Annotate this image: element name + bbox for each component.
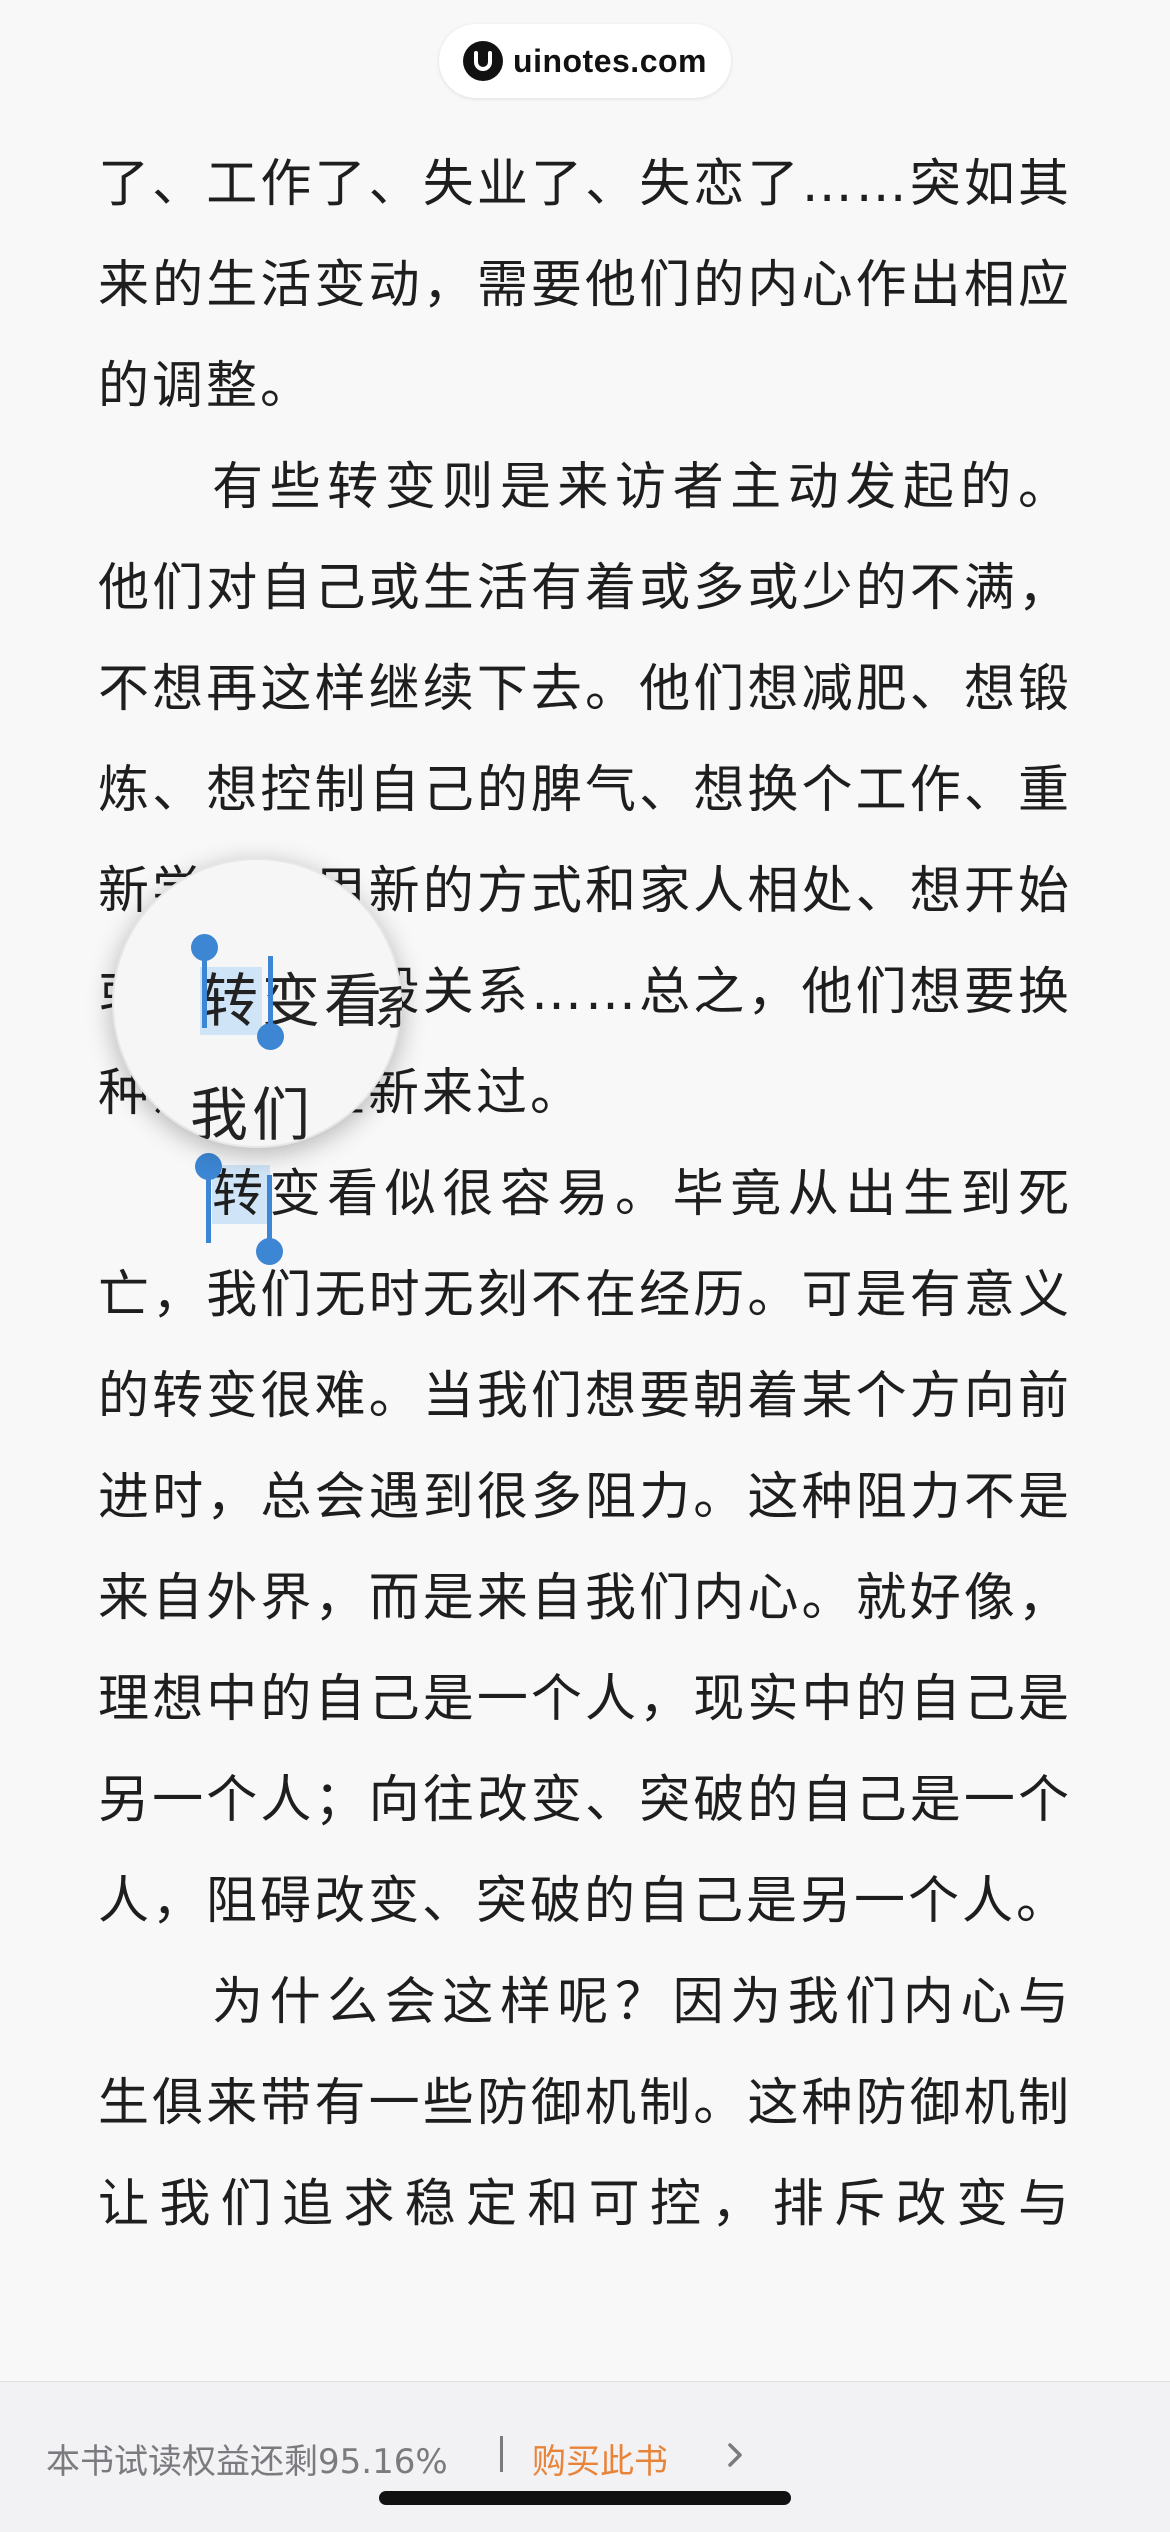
paragraph: 了、工作了、失业了、失恋了……突如其来的生活变动，需要他们的内心作出相应的调整。 [98, 155, 1072, 416]
watermark-text: uinotes.com [513, 42, 707, 79]
magnifier-start-handle [191, 934, 218, 1028]
magnified-text: 我们 [190, 1081, 315, 1148]
magnifier-line-1: 转变看 [200, 954, 386, 1038]
magnified-selected-text: 转 [200, 967, 263, 1035]
trial-remaining-text: 本书试读权益还剩95.16% [46, 2442, 448, 2482]
home-indicator[interactable] [379, 2491, 791, 2505]
magnified-text: 变看 [262, 967, 387, 1035]
buy-book-link[interactable]: 购买此书 [532, 2434, 668, 2483]
reader-page[interactable]: 了、工作了、失业了、失恋了……突如其来的生活变动，需要他们的内心作出相应的调整。… [98, 134, 1072, 2374]
selection-start-handle[interactable] [195, 1153, 222, 1243]
paragraph-with-selection: 转变看似很容易。毕竟从出生到死亡，我们无时无刻不在经历。可是有意义的转变很难。当… [98, 1144, 1072, 1952]
magnifier-line-1-tail: 系 [374, 968, 402, 1038]
watermark-badge: uinotes.com [439, 24, 731, 98]
chevron-right-icon[interactable] [720, 2438, 750, 2472]
paragraph-text: 变看似很容易。毕竟从出生到死亡，我们无时无刻不在经历。可是有意义的转变很难。当我… [98, 1165, 1072, 1931]
selected-text[interactable]: 转 [212, 1165, 270, 1224]
selection-end-handle[interactable] [256, 1175, 283, 1265]
text-magnifier-loupe: 转变看 系 我们 [112, 858, 402, 1148]
uinotes-logo-icon [463, 41, 504, 81]
divider [500, 2436, 503, 2472]
magnifier-end-handle [257, 956, 284, 1050]
magnifier-line-2: 我们 [190, 1068, 314, 1148]
paragraph: 为什么会这样呢？因为我们内心与生俱来带有一些防御机制。这种防御机制让我们追求稳定… [98, 1973, 1072, 2234]
trial-bottom-bar: 本书试读权益还剩95.16% 购买此书 [0, 2381, 1170, 2532]
